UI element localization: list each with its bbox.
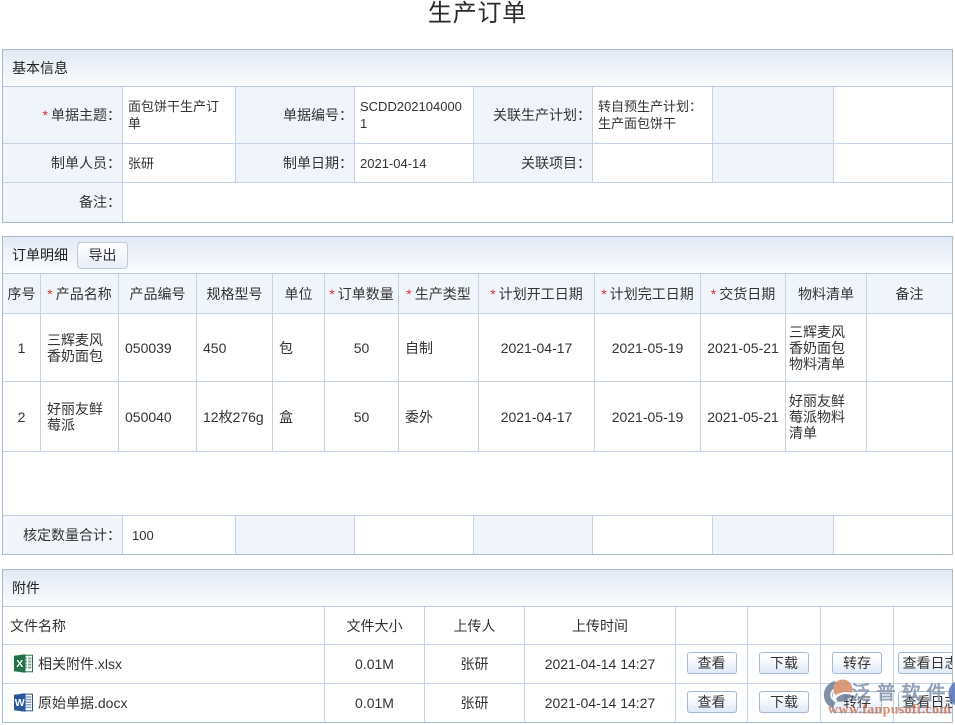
svg-text:X: X <box>16 658 23 670</box>
svg-text:W: W <box>15 697 25 709</box>
